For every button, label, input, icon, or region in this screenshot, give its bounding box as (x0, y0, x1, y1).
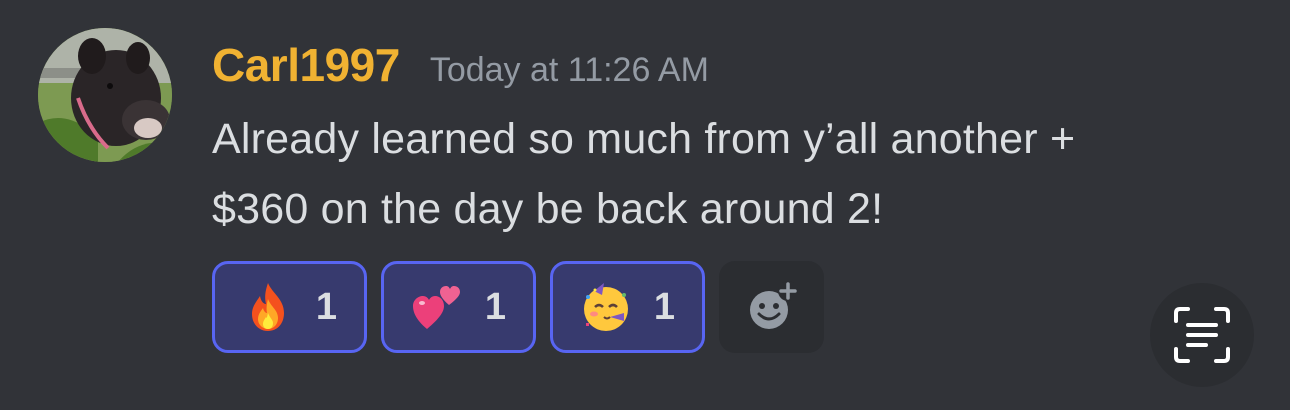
message-header: Carl1997 Today at 11:26 AM (212, 38, 709, 96)
avatar[interactable] (38, 28, 172, 162)
add-reaction-button[interactable] (719, 261, 824, 353)
two-hearts-icon (412, 286, 460, 329)
reaction-fire[interactable]: 1 (212, 261, 367, 353)
pig-avatar-image (38, 28, 172, 162)
reactions-bar: 1 1 1 (212, 261, 824, 353)
reaction-count: 1 (315, 285, 338, 328)
partying-face-icon (583, 283, 628, 331)
username[interactable]: Carl1997 (212, 38, 400, 92)
reaction-count: 1 (484, 285, 507, 328)
text-scan-icon (1174, 307, 1230, 363)
message-line: $360 on the day be back around 2! (212, 185, 884, 233)
message-content: Already learned so much from y’all anoth… (212, 104, 1252, 244)
message-line: Already learned so much from y’all anoth… (212, 115, 1076, 163)
reaction-partying-face[interactable]: 1 (550, 261, 705, 353)
timestamp: Today at 11:26 AM (429, 51, 709, 89)
add-reaction-icon (749, 281, 798, 329)
reaction-two-hearts[interactable]: 1 (381, 261, 536, 353)
reaction-count: 1 (653, 285, 676, 328)
chat-message: Carl1997 Today at 11:26 AM Already learn… (0, 0, 1290, 410)
text-scan-button[interactable] (1150, 283, 1254, 387)
fire-emoji-icon (251, 283, 284, 331)
